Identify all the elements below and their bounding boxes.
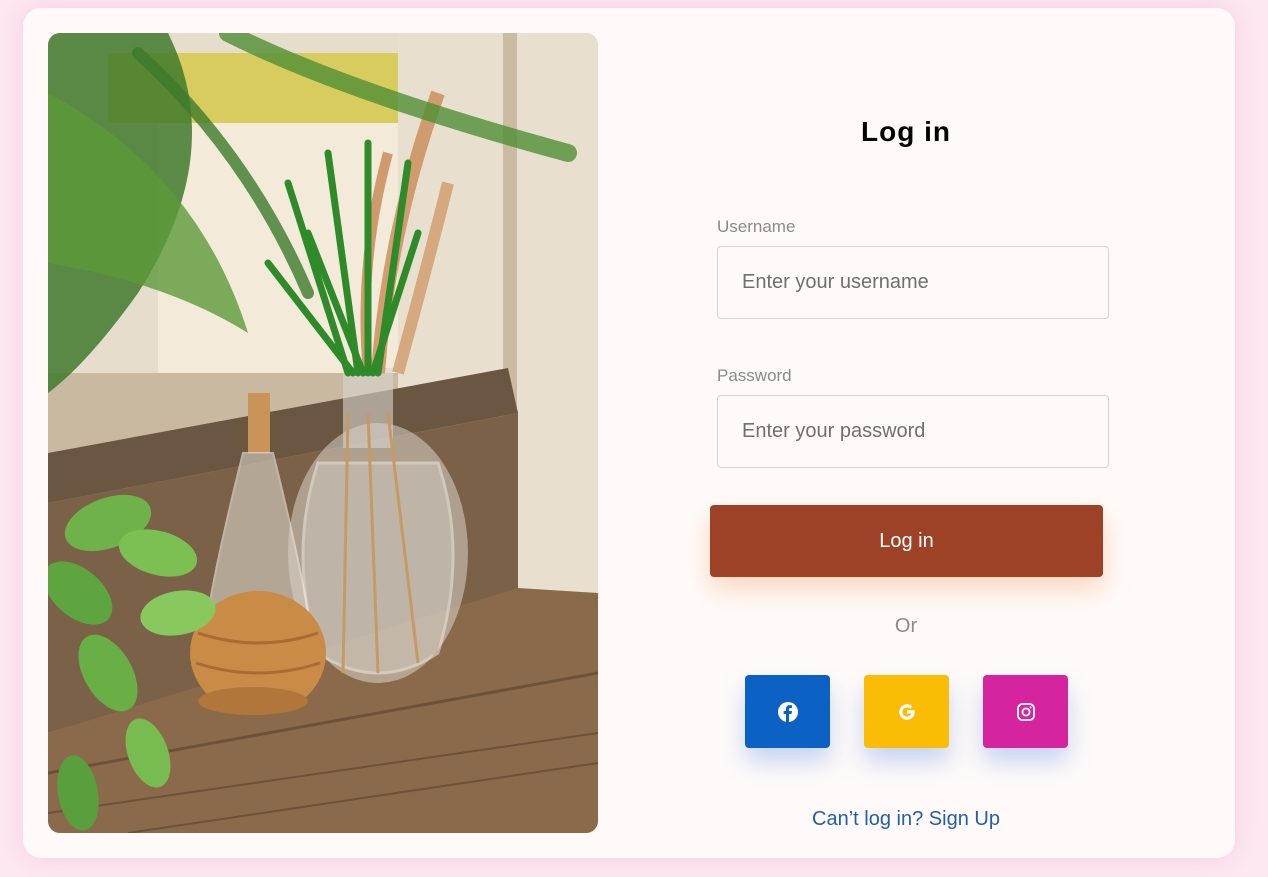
password-input[interactable] bbox=[717, 395, 1109, 468]
signup-link[interactable]: Can’t log in? Sign Up bbox=[598, 808, 1214, 831]
username-label: Username bbox=[717, 217, 796, 236]
google-login-button[interactable] bbox=[864, 675, 949, 748]
form-title: Log in bbox=[861, 116, 951, 147]
instagram-login-button[interactable] bbox=[983, 675, 1068, 748]
login-form: Log in Username Password Log in Or bbox=[598, 8, 1235, 858]
plant-vases-photo bbox=[48, 33, 598, 833]
username-input[interactable] bbox=[717, 246, 1109, 319]
google-icon bbox=[897, 702, 917, 722]
login-button[interactable]: Log in bbox=[710, 505, 1103, 577]
facebook-icon bbox=[777, 701, 798, 722]
facebook-login-button[interactable] bbox=[745, 675, 830, 748]
password-label: Password bbox=[717, 366, 792, 385]
instagram-icon bbox=[1016, 702, 1036, 722]
login-card: Log in Username Password Log in Or bbox=[23, 8, 1235, 858]
or-divider: Or bbox=[894, 615, 918, 637]
